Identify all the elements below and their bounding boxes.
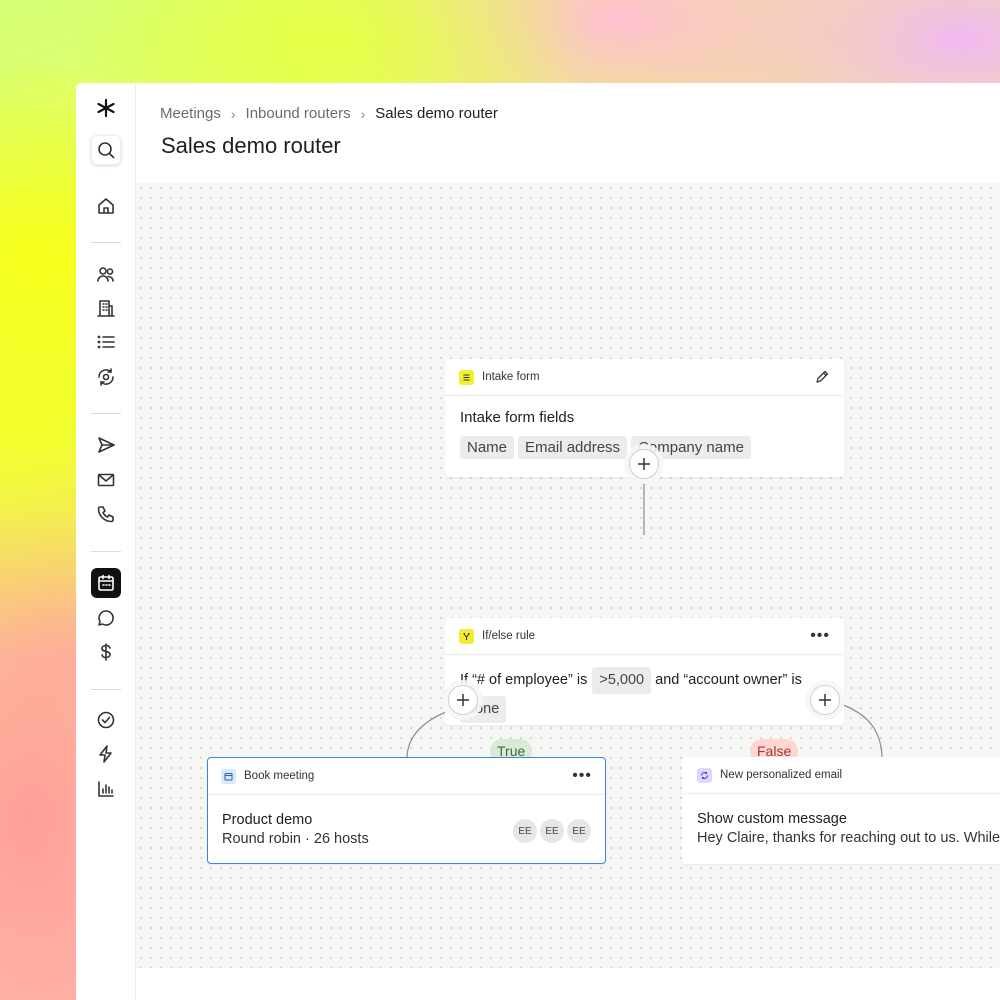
card-title: Intake form fields	[460, 409, 575, 426]
calendar-icon[interactable]	[91, 568, 121, 598]
flow-canvas[interactable]: Intake form Intake form fields Name Email…	[136, 183, 1000, 968]
building-icon[interactable]	[91, 293, 121, 323]
host-avatars: EE EE EE	[510, 819, 591, 843]
breadcrumb-current: Sales demo router	[375, 105, 498, 122]
card-type-label: New personalized email	[720, 769, 843, 781]
chat-icon[interactable]	[91, 603, 121, 633]
field-tag: Email address	[518, 436, 628, 459]
plus-icon	[819, 694, 831, 706]
form-icon	[459, 369, 474, 385]
send-icon[interactable]	[91, 430, 121, 460]
lightning-icon[interactable]	[91, 739, 121, 769]
plus-icon	[457, 694, 469, 706]
rule-condition: If “# of employee” is >5,000 and “accoun…	[445, 655, 844, 723]
if-else-rule-card[interactable]: If/else rule ••• If “# of employee” is >…	[445, 618, 844, 725]
rule-value-tag: >5,000	[592, 667, 652, 694]
connector-line	[837, 702, 883, 758]
page-title: Sales demo router	[161, 133, 341, 158]
search-icon[interactable]	[91, 135, 121, 165]
add-step-button-true[interactable]	[448, 685, 478, 715]
email-preview: Hey Claire, thanks for reaching out to u…	[697, 830, 1000, 846]
card-header: New personalized email	[682, 757, 1000, 794]
field-tag: Name	[460, 436, 515, 459]
add-step-button[interactable]	[629, 449, 659, 479]
card-header: Intake form	[445, 359, 844, 396]
sidebar-divider	[91, 413, 121, 414]
bar-chart-icon[interactable]	[91, 774, 121, 804]
more-options-icon[interactable]: •••	[572, 768, 592, 784]
sidebar-divider	[91, 551, 121, 552]
book-meeting-card[interactable]: Book meeting ••• Product demo Round robi…	[207, 757, 606, 864]
more-options-icon[interactable]: •••	[810, 628, 830, 644]
sidebar	[76, 83, 136, 1000]
card-type-label: Intake form	[482, 371, 540, 383]
asterisk-logo[interactable]	[91, 93, 121, 123]
add-step-button-false[interactable]	[810, 685, 840, 715]
plus-icon	[638, 458, 650, 470]
avatar: EE	[540, 819, 564, 843]
page-header: Meetings › Inbound routers › Sales demo …	[136, 83, 1000, 183]
card-header: If/else rule •••	[445, 618, 844, 655]
dollar-icon[interactable]	[91, 637, 121, 667]
home-icon[interactable]	[91, 191, 121, 221]
breadcrumb: Meetings › Inbound routers › Sales demo …	[160, 105, 498, 122]
personalized-email-card[interactable]: New personalized email Show custom messa…	[682, 757, 1000, 864]
list-icon[interactable]	[91, 327, 121, 357]
breadcrumb-meetings[interactable]: Meetings	[160, 105, 221, 122]
sidebar-divider	[91, 689, 121, 690]
edit-icon[interactable]	[814, 369, 830, 385]
card-header: Book meeting •••	[208, 758, 605, 795]
breadcrumb-inbound-routers[interactable]: Inbound routers	[246, 105, 351, 122]
sync-icon[interactable]	[91, 362, 121, 392]
sidebar-divider	[91, 242, 121, 243]
avatar: EE	[513, 819, 537, 843]
avatar: EE	[567, 819, 591, 843]
email-refresh-icon	[697, 767, 712, 783]
chevron-right-icon: ›	[230, 105, 236, 122]
people-icon[interactable]	[91, 259, 121, 289]
card-title: Show custom message	[697, 811, 847, 827]
chevron-right-icon: ›	[360, 105, 366, 122]
card-type-label: If/else rule	[482, 630, 536, 642]
card-type-label: Book meeting	[244, 770, 315, 782]
app-window: Meetings › Inbound routers › Sales demo …	[76, 83, 1000, 1000]
mail-icon[interactable]	[91, 465, 121, 495]
branch-icon	[459, 628, 474, 644]
rule-text: and “account owner” is	[655, 672, 802, 688]
check-circle-icon[interactable]	[91, 705, 121, 735]
phone-icon[interactable]	[91, 499, 121, 529]
calendar-small-icon	[221, 768, 236, 784]
rule-text: If “# of employee” is	[460, 672, 588, 688]
